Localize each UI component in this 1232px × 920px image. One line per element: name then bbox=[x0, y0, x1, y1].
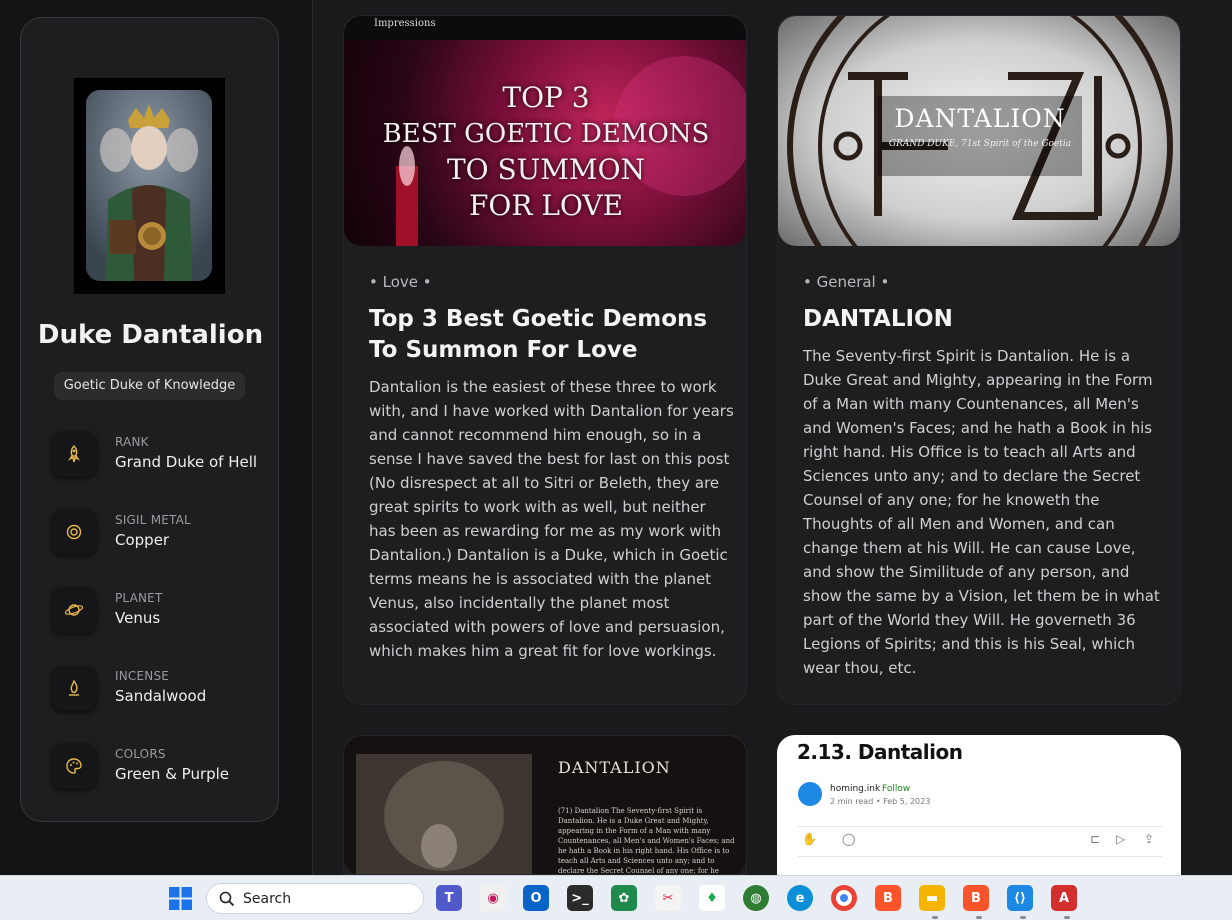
thumbnail-subheading: GRAND DUKE, 71st Spirit of the Goetia bbox=[888, 139, 1072, 149]
teams-icon[interactable]: T bbox=[436, 885, 462, 911]
brave-beta-icon[interactable]: B bbox=[963, 885, 989, 911]
start-button[interactable] bbox=[169, 887, 192, 910]
post-meta: 2 min read • Feb 5, 2023 bbox=[830, 797, 931, 806]
eyes-app-icon[interactable]: ◉ bbox=[480, 885, 506, 911]
post-title[interactable]: Top 3 Best Goetic Demons To Summon For L… bbox=[369, 304, 729, 366]
profile-badge: Goetic Duke of Knowledge bbox=[54, 372, 245, 400]
running-indicator bbox=[932, 916, 938, 919]
butterfly-app-icon[interactable]: ✿ bbox=[611, 885, 637, 911]
search-icon bbox=[219, 891, 235, 907]
share-icon[interactable]: ⇪ bbox=[1144, 832, 1154, 846]
portrait-image bbox=[86, 90, 212, 281]
planet-icon bbox=[51, 587, 97, 633]
attribute-rank: RANK Grand Duke of Hell bbox=[51, 431, 261, 481]
running-indicator bbox=[1020, 916, 1026, 919]
pdf-reader-icon[interactable]: A bbox=[1051, 885, 1077, 911]
follow-link[interactable]: Follow bbox=[882, 784, 910, 794]
running-indicator bbox=[1064, 916, 1070, 919]
attribute-value: Copper bbox=[115, 531, 170, 549]
vscode-icon[interactable]: ⟨⟩ bbox=[1007, 885, 1033, 911]
attribute-label: SIGIL METAL bbox=[115, 513, 191, 527]
author-name: homing.ink bbox=[830, 784, 881, 794]
snipping-tool-icon[interactable]: ✂ bbox=[655, 885, 681, 911]
thumbnail-heading-line: BEST GOETIC DEMONS bbox=[382, 119, 710, 149]
portrait-frame bbox=[74, 78, 225, 294]
attribute-value: Venus bbox=[115, 609, 161, 627]
attribute-colors: COLORS Green & Purple bbox=[51, 743, 261, 793]
thumbnail-heading-line: FOR LOVE bbox=[468, 189, 624, 222]
post-thumbnail[interactable]: Impressions TOP 3 BEST GOETIC DEMONS TO … bbox=[344, 16, 746, 246]
attribute-label: INCENSE bbox=[115, 669, 170, 683]
post-excerpt: Dantalion is the easiest of these three … bbox=[369, 378, 734, 660]
flame-icon bbox=[51, 665, 97, 711]
thumbnail-heading: DANTALION bbox=[558, 758, 671, 777]
file-explorer-icon[interactable]: ▬ bbox=[919, 885, 945, 911]
thumbnail-heading: 2.13. Dantalion bbox=[797, 740, 963, 764]
thumbnail-brand: Impressions bbox=[374, 18, 436, 29]
post-category[interactable]: • Love • bbox=[369, 273, 432, 291]
play-icon[interactable]: ▷ bbox=[1116, 832, 1125, 846]
post-excerpt: The Seventy-first Spirit is Dantalion. H… bbox=[803, 347, 1160, 677]
attribute-value: Grand Duke of Hell bbox=[115, 453, 258, 471]
attribute-planet: PLANET Venus bbox=[51, 587, 261, 637]
thumbnail-heading-line: TO SUMMON bbox=[446, 153, 646, 186]
post-card[interactable]: DANTALION (71) Dantalion The Seventy-fir… bbox=[343, 735, 747, 875]
profile-sidebar: Duke Dantalion Goetic Duke of Knowledge … bbox=[20, 17, 279, 822]
post-thumbnail[interactable]: DANTALION GRAND DUKE, 71st Spirit of the… bbox=[778, 16, 1180, 246]
thumbnail-heading: DANTALION bbox=[894, 104, 1066, 133]
attribute-value: Sandalwood bbox=[115, 687, 207, 705]
attribute-value: Green & Purple bbox=[115, 765, 230, 783]
windows-icon bbox=[169, 887, 192, 910]
post-card[interactable]: Impressions TOP 3 BEST GOETIC DEMONS TO … bbox=[343, 15, 747, 705]
palette-icon bbox=[51, 743, 97, 789]
attribute-sigil-metal: SIGIL METAL Copper bbox=[51, 509, 261, 559]
terminal-icon[interactable]: >_ bbox=[567, 885, 593, 911]
post-card[interactable]: 2.13. Dantalion homing.ink Follow 2 min … bbox=[777, 735, 1181, 875]
running-indicator bbox=[976, 916, 982, 919]
attribute-label: COLORS bbox=[115, 747, 166, 761]
profile-name: Duke Dantalion bbox=[37, 320, 264, 350]
brave-icon[interactable]: B bbox=[875, 885, 901, 911]
attribute-label: RANK bbox=[115, 435, 149, 449]
edge-icon[interactable]: e bbox=[787, 885, 813, 911]
outlook-icon[interactable]: O bbox=[523, 885, 549, 911]
chrome-icon[interactable] bbox=[831, 885, 857, 911]
attribute-incense: INCENSE Sandalwood bbox=[51, 665, 261, 715]
comment-icon[interactable]: ◯ bbox=[842, 832, 855, 846]
search-placeholder: Search bbox=[243, 891, 292, 907]
globe-app-icon[interactable]: ◍ bbox=[743, 885, 769, 911]
rocket-icon bbox=[51, 431, 97, 477]
post-card[interactable]: DANTALION GRAND DUKE, 71st Spirit of the… bbox=[777, 15, 1181, 705]
thumbnail-heading-line: TOP 3 bbox=[502, 81, 590, 114]
post-category[interactable]: • General • bbox=[803, 273, 889, 291]
avatar bbox=[798, 782, 822, 806]
attribute-label: PLANET bbox=[115, 591, 163, 605]
divider bbox=[798, 856, 1162, 857]
coin-icon bbox=[51, 509, 97, 555]
clap-icon[interactable]: ✋ bbox=[802, 832, 817, 846]
thumbnail-heading: TOP 3 BEST GOETIC DEMONS TO SUMMON FOR L… bbox=[344, 80, 746, 224]
thumbnail-text: (71) Dantalion The Seventy-first Spirit … bbox=[558, 807, 735, 875]
taskbar: Search T ◉ O >_ ✿ ✂ ♦ ◍ e B ▬ B ⟨⟩ A bbox=[0, 875, 1232, 920]
post-title[interactable]: DANTALION bbox=[803, 304, 1163, 335]
post-thumbnail[interactable]: DANTALION (71) Dantalion The Seventy-fir… bbox=[344, 736, 746, 875]
bookmark-icon[interactable]: ⊏ bbox=[1090, 832, 1100, 846]
divider bbox=[798, 826, 1162, 827]
mongodb-icon[interactable]: ♦ bbox=[699, 885, 725, 911]
taskbar-search[interactable]: Search bbox=[206, 883, 424, 914]
